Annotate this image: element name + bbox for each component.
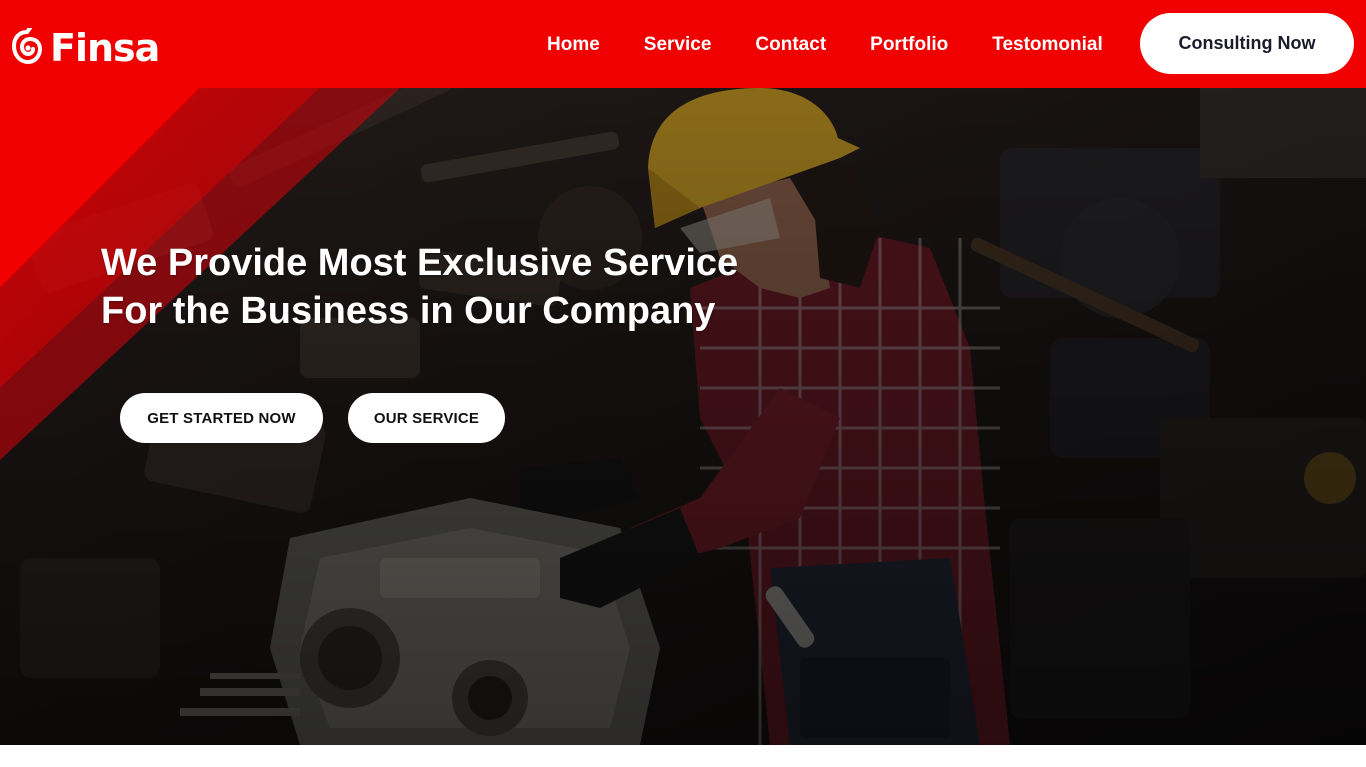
top-navbar: Finsa Home Service Contact Portfolio Tes…: [0, 0, 1366, 88]
main-nav: Home Service Contact Portfolio Testomoni…: [547, 33, 1103, 57]
brand-logo[interactable]: Finsa: [10, 26, 160, 70]
our-service-button[interactable]: OUR SERVICE: [348, 393, 505, 443]
spiral-logo-icon: [11, 28, 43, 65]
consulting-now-button[interactable]: Consulting Now: [1140, 13, 1354, 74]
nav-link-contact[interactable]: Contact: [755, 33, 826, 57]
nav-link-testimonial[interactable]: Testomonial: [992, 33, 1103, 57]
get-started-button[interactable]: GET STARTED NOW: [120, 393, 323, 443]
hero-headline-line-1: We Provide Most Exclusive Service: [101, 242, 739, 284]
nav-link-service[interactable]: Service: [644, 33, 712, 57]
brand-name: Finsa: [50, 26, 160, 70]
hero-headline: We Provide Most Exclusive Service For th…: [101, 239, 861, 335]
nav-link-portfolio[interactable]: Portfolio: [870, 33, 948, 57]
hero-headline-line-2: For the Business in Our Company: [101, 290, 716, 332]
hero-section: We Provide Most Exclusive Service For th…: [0, 88, 1366, 745]
nav-link-home[interactable]: Home: [547, 33, 600, 57]
